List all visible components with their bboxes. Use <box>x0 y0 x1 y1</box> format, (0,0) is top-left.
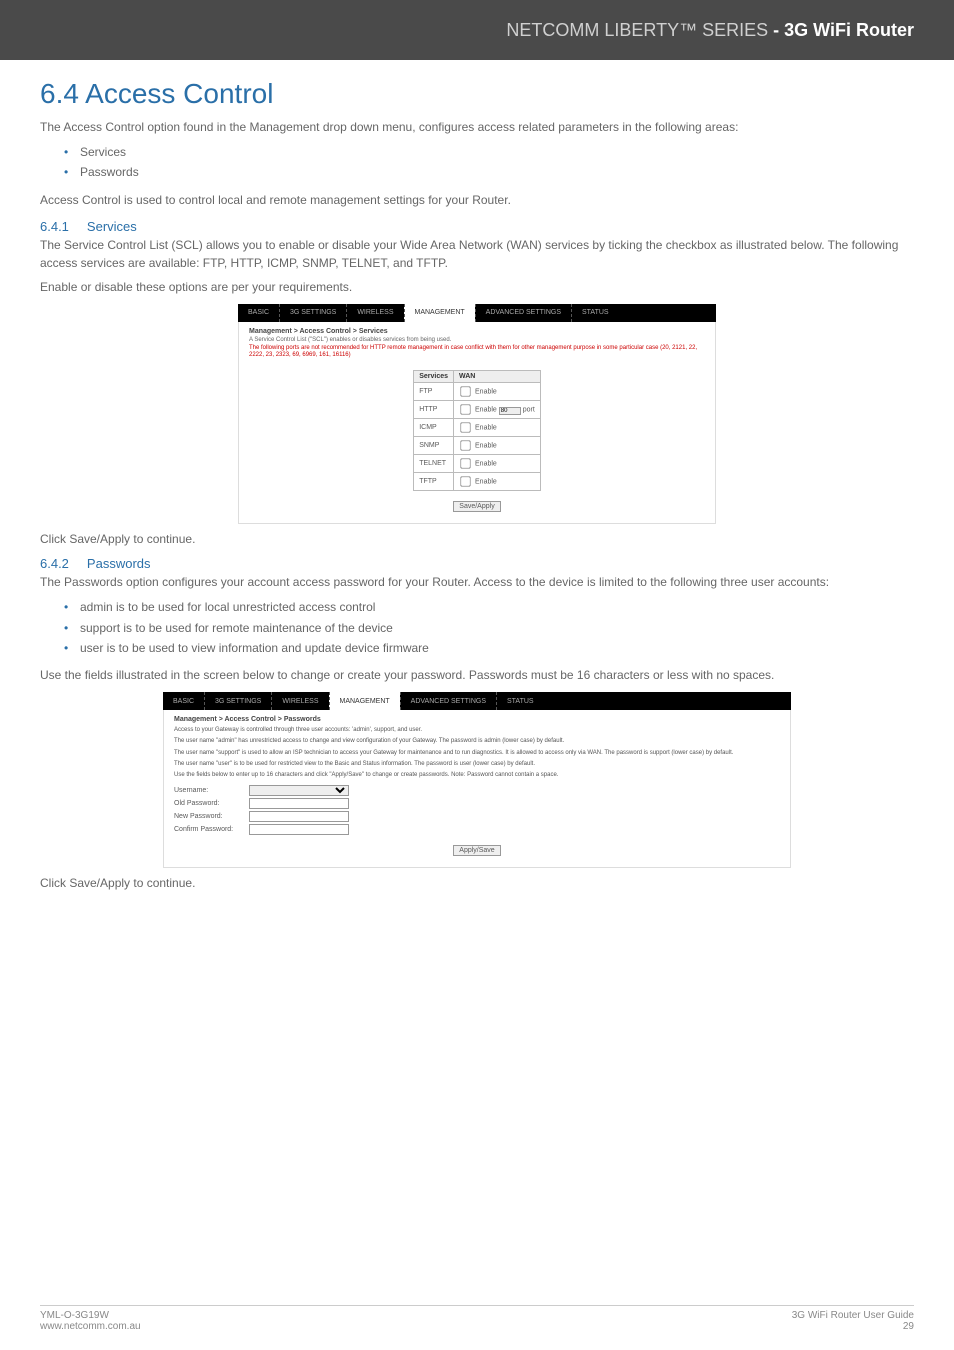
s641-p2: Enable or disable these options are per … <box>40 278 914 296</box>
username-select[interactable] <box>249 785 349 796</box>
page-header-band: NETCOMM LIBERTY™ SERIES - 3G WiFi Router <box>0 0 954 60</box>
pw-p3: The user name "support" is used to allow… <box>174 749 780 757</box>
tab-basic[interactable]: BASIC <box>163 692 204 710</box>
confirm-password-label: Confirm Password: <box>174 826 249 833</box>
tab-basic[interactable]: BASIC <box>238 304 279 322</box>
continue-text-1: Click Save/Apply to continue. <box>40 532 914 546</box>
enable-label: Enable <box>475 479 497 486</box>
save-apply-button[interactable]: Save/Apply <box>453 501 500 512</box>
table-row: TELNET Enable <box>414 455 541 473</box>
new-password-label: New Password: <box>174 813 249 820</box>
svc-name: TELNET <box>414 455 454 473</box>
page-title: 6.4 Access Control <box>40 78 914 110</box>
subsection-number: 6.4.1 <box>40 219 69 234</box>
enable-checkbox-ftp[interactable] <box>460 386 470 396</box>
tab-3g-settings[interactable]: 3G SETTINGS <box>204 692 271 710</box>
subsection-641-heading: 6.4.1 Services <box>40 219 914 234</box>
s641-p1: The Service Control List (SCL) allows yo… <box>40 236 914 272</box>
svc-name: SNMP <box>414 437 454 455</box>
tab-management[interactable]: MANAGEMENT <box>329 692 400 710</box>
note-warning: The following ports are not recommended … <box>249 345 697 359</box>
bullet-item: Services <box>80 142 914 162</box>
old-password-input[interactable] <box>249 798 349 809</box>
footer-url: www.netcomm.com.au <box>40 1321 141 1332</box>
tab-management[interactable]: MANAGEMENT <box>404 304 475 322</box>
footer-doc-title: 3G WiFi Router User Guide <box>792 1310 914 1321</box>
http-port-input[interactable] <box>499 407 521 415</box>
note-line1: A Service Control List ("SCL") enables o… <box>249 337 451 343</box>
footer-doc-id: YML-O-3G19W <box>40 1310 141 1321</box>
password-form: Username: Old Password: New Password: Co… <box>174 785 780 835</box>
enable-checkbox-snmp[interactable] <box>460 440 470 450</box>
table-row: TFTP Enable <box>414 473 541 491</box>
bullet-item: admin is to be used for local unrestrict… <box>80 597 914 617</box>
enable-checkbox-http[interactable] <box>460 404 470 414</box>
services-table: Services WAN FTP Enable HTTP Enable port… <box>413 370 541 491</box>
apply-save-button[interactable]: Apply/Save <box>453 845 500 856</box>
new-password-input[interactable] <box>249 811 349 822</box>
subsection-number: 6.4.2 <box>40 556 69 571</box>
svc-name: FTP <box>414 383 454 401</box>
breadcrumb: Management > Access Control > Passwords <box>174 716 780 723</box>
intro-text: The Access Control option found in the M… <box>40 118 914 136</box>
bullet-item: user is to be used to view information a… <box>80 638 914 658</box>
continue-text-2: Click Save/Apply to continue. <box>40 876 914 890</box>
intro2-text: Access Control is used to control local … <box>40 191 914 209</box>
tab-bar: BASIC 3G SETTINGS WIRELESS MANAGEMENT AD… <box>238 304 716 322</box>
svc-name: TFTP <box>414 473 454 491</box>
page-footer: YML-O-3G19W www.netcomm.com.au 3G WiFi R… <box>40 1305 914 1332</box>
table-row: ICMP Enable <box>414 419 541 437</box>
brand-left: NETCOMM LIBERTY™ SERIES <box>506 20 768 40</box>
subsection-name: Passwords <box>87 556 151 571</box>
intro-bullets: Services Passwords <box>40 142 914 183</box>
tab-advanced-settings[interactable]: ADVANCED SETTINGS <box>400 692 496 710</box>
pw-p4: The user name "user" is to be used for r… <box>174 760 780 768</box>
s642-p1: The Passwords option configures your acc… <box>40 573 914 591</box>
th-wan: WAN <box>454 371 541 383</box>
tab-bar: BASIC 3G SETTINGS WIRELESS MANAGEMENT AD… <box>163 692 791 710</box>
bullet-item: support is to be used for remote mainten… <box>80 618 914 638</box>
enable-checkbox-telnet[interactable] <box>460 458 470 468</box>
table-row: SNMP Enable <box>414 437 541 455</box>
confirm-password-input[interactable] <box>249 824 349 835</box>
table-row: HTTP Enable port <box>414 401 541 419</box>
enable-checkbox-tftp[interactable] <box>460 476 470 486</box>
passwords-screenshot: BASIC 3G SETTINGS WIRELESS MANAGEMENT AD… <box>163 692 791 867</box>
svc-name: HTTP <box>414 401 454 419</box>
enable-checkbox-icmp[interactable] <box>460 422 470 432</box>
tab-advanced-settings[interactable]: ADVANCED SETTINGS <box>475 304 571 322</box>
port-label: port <box>523 407 535 414</box>
svc-name: ICMP <box>414 419 454 437</box>
tab-status[interactable]: STATUS <box>571 304 619 322</box>
subsection-name: Services <box>87 219 137 234</box>
s642-bullets: admin is to be used for local unrestrict… <box>40 597 914 658</box>
username-label: Username: <box>174 787 249 794</box>
pw-p1: Access to your Gateway is controlled thr… <box>174 726 780 734</box>
enable-label: Enable <box>475 407 497 414</box>
s642-p2: Use the fields illustrated in the screen… <box>40 666 914 684</box>
tab-wireless[interactable]: WIRELESS <box>271 692 328 710</box>
breadcrumb: Management > Access Control > Services <box>249 328 705 335</box>
bullet-item: Passwords <box>80 162 914 182</box>
pw-p5: Use the fields below to enter up to 16 c… <box>174 771 780 779</box>
enable-label: Enable <box>475 461 497 468</box>
pw-p2: The user name "admin" has unrestricted a… <box>174 737 780 745</box>
scl-note: A Service Control List ("SCL") enables o… <box>249 337 705 360</box>
enable-label: Enable <box>475 425 497 432</box>
enable-label: Enable <box>475 443 497 450</box>
tab-status[interactable]: STATUS <box>496 692 544 710</box>
enable-label: Enable <box>475 389 497 396</box>
tab-3g-settings[interactable]: 3G SETTINGS <box>279 304 346 322</box>
th-services: Services <box>414 371 454 383</box>
old-password-label: Old Password: <box>174 800 249 807</box>
table-row: FTP Enable <box>414 383 541 401</box>
tab-wireless[interactable]: WIRELESS <box>346 304 403 322</box>
subsection-642-heading: 6.4.2 Passwords <box>40 556 914 571</box>
footer-page-number: 29 <box>792 1321 914 1332</box>
brand-right: - 3G WiFi Router <box>773 20 914 40</box>
brand-text: NETCOMM LIBERTY™ SERIES - 3G WiFi Router <box>506 20 914 41</box>
services-screenshot: BASIC 3G SETTINGS WIRELESS MANAGEMENT AD… <box>238 304 716 524</box>
